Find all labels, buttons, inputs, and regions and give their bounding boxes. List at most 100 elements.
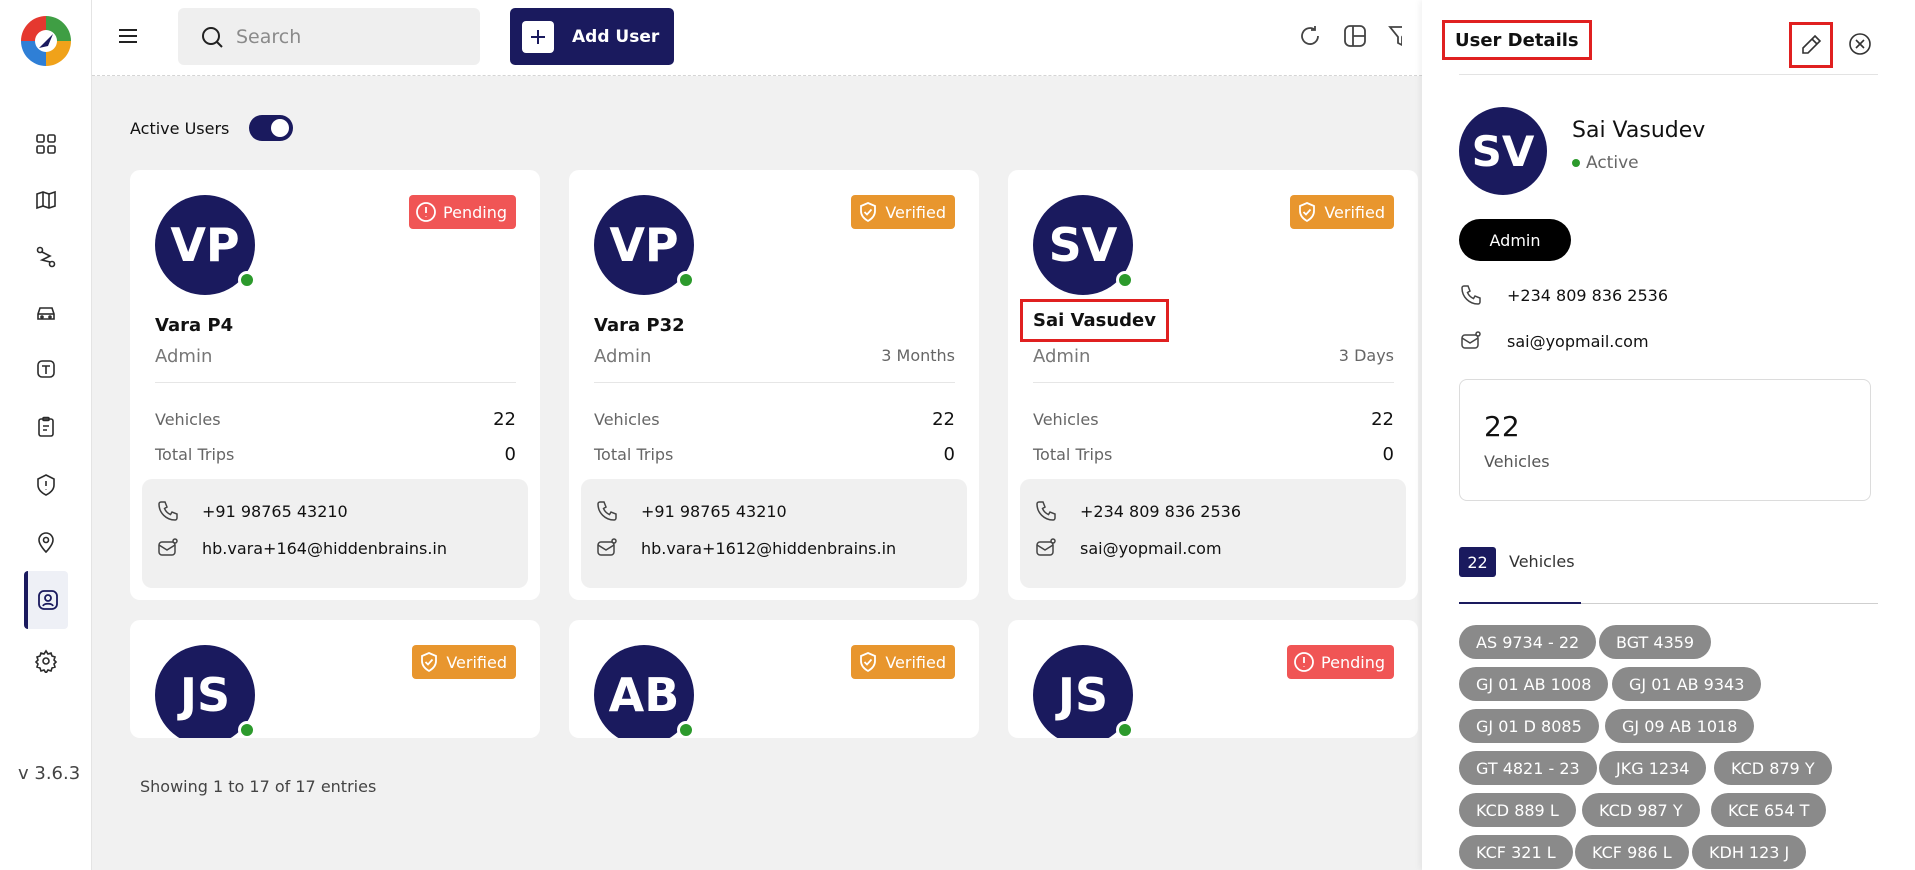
- user-duration: 3 Months: [881, 346, 955, 365]
- user-card[interactable]: AB Verified: [569, 620, 979, 738]
- verified-shield-icon: [860, 202, 877, 223]
- nav-users[interactable]: [24, 571, 68, 629]
- columns-button[interactable]: [1341, 22, 1369, 50]
- user-status: Active: [1572, 153, 1639, 173]
- alert-circle-icon: [416, 202, 436, 222]
- avatar: SV: [1459, 107, 1547, 195]
- filter-icon: [1388, 26, 1402, 47]
- nav-routes[interactable]: [24, 235, 68, 279]
- gear-icon: [34, 649, 58, 673]
- nav-dashboard[interactable]: [24, 122, 68, 166]
- search-icon: [202, 26, 223, 48]
- active-users-label: Active Users: [130, 118, 230, 138]
- pencil-icon: [1802, 34, 1822, 54]
- online-indicator: [238, 721, 256, 738]
- vehicle-chip[interactable]: GJ 09 AB 1018: [1605, 709, 1755, 743]
- edit-button[interactable]: [1789, 22, 1833, 68]
- active-users-filter: Active Users: [130, 115, 294, 141]
- alert-shield-icon: [37, 474, 55, 496]
- vehicle-chip[interactable]: GJ 01 D 8085: [1459, 709, 1599, 743]
- status-badge: Verified: [412, 645, 516, 679]
- nav-alerts[interactable]: [24, 463, 68, 507]
- nav-branches[interactable]: [24, 347, 68, 391]
- vehicle-chip[interactable]: KCD 879 Y: [1714, 751, 1832, 785]
- user-name: Vara P32: [594, 315, 685, 336]
- refresh-icon: [1301, 26, 1319, 45]
- user-duration: 3 Days: [1338, 346, 1394, 365]
- status-badge: Pending: [409, 195, 516, 229]
- refresh-button[interactable]: [1296, 22, 1324, 50]
- stat-value: 22: [1484, 410, 1520, 443]
- menu-toggle-button[interactable]: [114, 22, 142, 50]
- user-role: Admin: [1033, 346, 1091, 367]
- phone-icon: [1036, 501, 1056, 521]
- verified-shield-icon: [860, 652, 877, 673]
- online-indicator: [1116, 721, 1134, 738]
- vehicle-chip[interactable]: AS 9734 - 22: [1459, 625, 1597, 659]
- nav-tasks[interactable]: [24, 405, 68, 449]
- add-user-button[interactable]: Add User: [510, 8, 674, 65]
- vehicles-label: Vehicles: [155, 410, 221, 429]
- user-card[interactable]: JS Verified: [130, 620, 540, 738]
- trips-count: 0: [943, 444, 955, 465]
- close-icon: [1849, 33, 1871, 55]
- nav-locations[interactable]: [24, 520, 68, 564]
- user-card[interactable]: SV Verified Sai Vasudev Admin 3 Days Veh…: [1008, 170, 1418, 600]
- vehicle-chip[interactable]: KCD 987 Y: [1582, 793, 1700, 827]
- vehicle-chip[interactable]: GT 4821 - 23: [1459, 751, 1597, 785]
- vehicle-chip[interactable]: KCD 889 L: [1459, 793, 1576, 827]
- phone-number: +91 98765 43210: [641, 501, 787, 521]
- hamburger-icon: [119, 29, 137, 43]
- nav-vehicles[interactable]: [24, 291, 68, 335]
- user-card[interactable]: VP Verified Vara P32 Admin 3 Months Vehi…: [569, 170, 979, 600]
- email-address: hb.vara+1612@hiddenbrains.in: [641, 538, 897, 558]
- phone-number: +234 809 836 2536: [1507, 285, 1668, 305]
- trips-label: Total Trips: [594, 445, 674, 464]
- email-icon: [1036, 538, 1056, 556]
- status-dot: [1572, 159, 1580, 167]
- tab-label: Vehicles: [1509, 552, 1575, 571]
- email-address: sai@yopmail.com: [1507, 331, 1649, 351]
- online-indicator: [677, 721, 695, 738]
- tab-count-badge: 22: [1459, 547, 1496, 577]
- nav-settings[interactable]: [24, 639, 68, 683]
- vehicles-count: 22: [493, 409, 516, 430]
- vehicle-chip[interactable]: KCF 321 L: [1459, 835, 1573, 869]
- route-icon: [36, 246, 56, 268]
- tab-vehicles[interactable]: 22 Vehicles: [1459, 547, 1581, 604]
- email-row: hb.vara+1612@hiddenbrains.in: [595, 536, 896, 560]
- vehicle-chip[interactable]: GJ 01 AB 1008: [1459, 667, 1609, 701]
- user-name[interactable]: Sai Vasudev: [1020, 299, 1169, 342]
- active-users-toggle[interactable]: [249, 115, 294, 141]
- app-version: v 3.6.3: [18, 763, 81, 784]
- vehicles-count: 22: [932, 409, 955, 430]
- close-button[interactable]: [1846, 30, 1874, 58]
- vehicle-chip[interactable]: KDH 123 J: [1692, 835, 1807, 869]
- vehicle-chip[interactable]: GJ 01 AB 9343: [1612, 667, 1762, 701]
- vehicle-chip[interactable]: KCE 654 T: [1711, 793, 1827, 827]
- email-address: hb.vara+164@hiddenbrains.in: [202, 538, 447, 558]
- divider: [1459, 74, 1878, 75]
- filter-button[interactable]: [1386, 22, 1402, 50]
- phone-number: +234 809 836 2536: [1080, 501, 1241, 521]
- vehicle-chip[interactable]: BGT 4359: [1599, 625, 1712, 659]
- user-details-panel: User Details SV Sai Vasudev Active Admin…: [1422, 0, 1915, 870]
- online-indicator: [677, 271, 695, 289]
- search-input[interactable]: [236, 25, 456, 48]
- vehicle-chip[interactable]: JKG 1234: [1599, 751, 1707, 785]
- user-role: Admin: [594, 346, 652, 367]
- nav-map[interactable]: [24, 178, 68, 222]
- user-card[interactable]: VP Pending Vara P4 Admin Vehicles 22 Tot…: [130, 170, 540, 600]
- app-logo[interactable]: [17, 12, 75, 70]
- search-box[interactable]: [178, 8, 480, 65]
- divider: [1033, 382, 1394, 383]
- user-name: Vara P4: [155, 315, 234, 336]
- user-card[interactable]: JS Pending: [1008, 620, 1418, 738]
- online-indicator: [1116, 271, 1134, 289]
- user-role: Admin: [155, 346, 213, 367]
- trips-label: Total Trips: [1033, 445, 1113, 464]
- columns-icon: [1344, 25, 1366, 47]
- vehicle-chip[interactable]: KCF 986 L: [1575, 835, 1689, 869]
- contact-box: +91 98765 43210 hb.vara+164@hiddenbrains…: [142, 479, 528, 588]
- stat-label: Vehicles: [1484, 452, 1550, 471]
